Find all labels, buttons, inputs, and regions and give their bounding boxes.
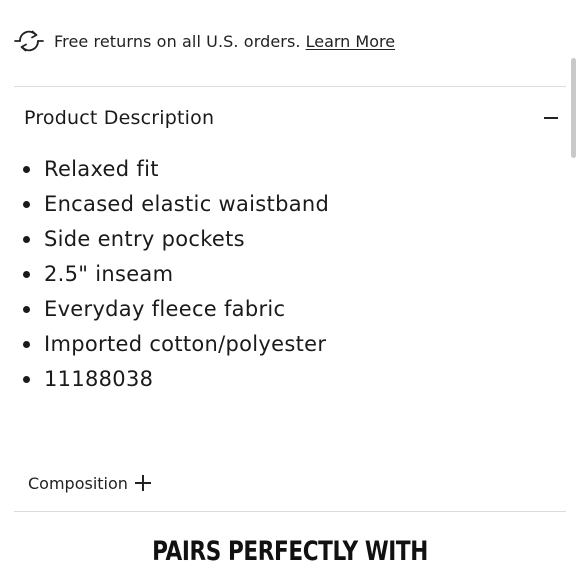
product-description-list: Relaxed fit Encased elastic waistband Si… bbox=[0, 152, 329, 397]
list-item: Relaxed fit bbox=[0, 152, 329, 187]
list-item: Side entry pockets bbox=[0, 222, 329, 257]
free-returns-banner: Free returns on all U.S. orders. Learn M… bbox=[14, 26, 395, 56]
list-item-text: 2.5" inseam bbox=[44, 262, 174, 286]
list-item: Encased elastic waistband bbox=[0, 187, 329, 222]
bullet-icon bbox=[23, 201, 30, 208]
list-item-text: Imported cotton/polyester bbox=[44, 332, 327, 356]
list-item-text: Everyday fleece fabric bbox=[44, 297, 286, 321]
scrollbar-thumb[interactable] bbox=[571, 58, 576, 158]
list-item-text: 11188038 bbox=[44, 367, 154, 391]
list-item-text: Side entry pockets bbox=[44, 227, 245, 251]
bullet-icon bbox=[23, 271, 30, 278]
returns-arrows-icon bbox=[14, 26, 44, 56]
pairs-perfectly-with-heading: PAIRS PERFECTLY WITH bbox=[152, 536, 428, 567]
list-item: 2.5" inseam bbox=[0, 257, 329, 292]
divider-top bbox=[14, 86, 566, 87]
product-details-page: Free returns on all U.S. orders. Learn M… bbox=[0, 0, 580, 580]
list-item-text: Relaxed fit bbox=[44, 157, 159, 181]
list-item: 11188038 bbox=[0, 362, 329, 397]
product-description-toggle[interactable]: Product Description bbox=[24, 104, 558, 132]
plus-icon[interactable] bbox=[134, 475, 151, 491]
free-returns-text: Free returns on all U.S. orders. bbox=[54, 31, 301, 51]
composition-label: Composition bbox=[28, 473, 128, 493]
list-item: Imported cotton/polyester bbox=[0, 327, 329, 362]
list-item-text: Encased elastic waistband bbox=[44, 192, 330, 216]
learn-more-link[interactable]: Learn More bbox=[306, 32, 395, 51]
minus-icon[interactable] bbox=[544, 117, 558, 119]
bullet-icon bbox=[23, 306, 30, 313]
divider-bottom bbox=[14, 511, 566, 512]
bullet-icon bbox=[23, 236, 30, 243]
bullet-icon bbox=[23, 341, 30, 348]
product-description-title: Product Description bbox=[24, 107, 215, 129]
list-item: Everyday fleece fabric bbox=[0, 292, 329, 327]
bullet-icon bbox=[23, 376, 30, 383]
composition-toggle[interactable]: Composition bbox=[28, 470, 151, 496]
bullet-icon bbox=[23, 166, 30, 173]
